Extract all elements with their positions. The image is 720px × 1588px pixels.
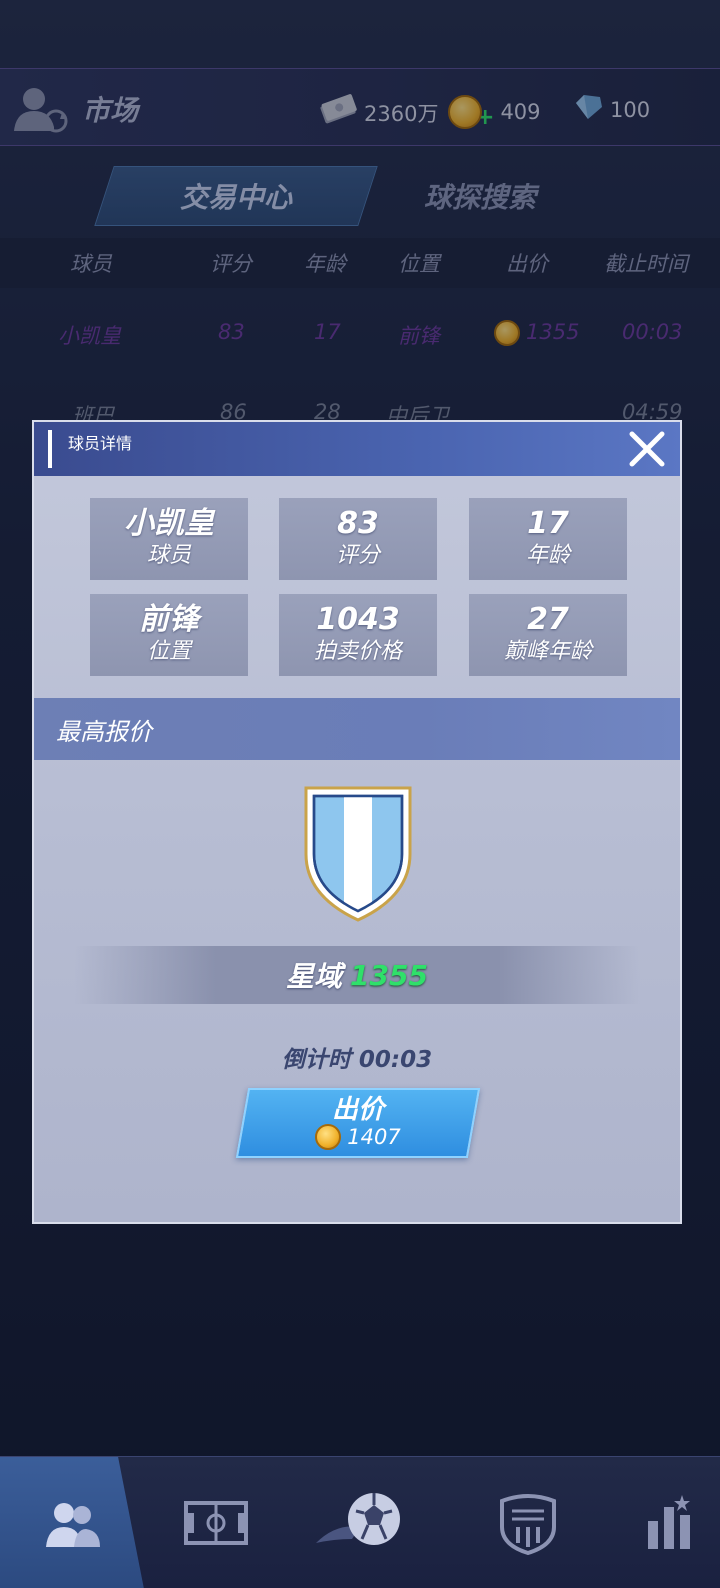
nav-players[interactable] xyxy=(0,1457,144,1588)
stat-value: 小凯皇 xyxy=(124,506,214,541)
section-title: 最高报价 xyxy=(56,718,152,746)
stat-value: 前锋 xyxy=(139,602,199,637)
stat-position: 前锋 位置 xyxy=(90,594,248,676)
top-bidder: 星域 1355 xyxy=(74,946,640,1004)
stat-value: 83 xyxy=(337,506,379,541)
stat-value: 27 xyxy=(527,602,569,637)
stat-value: 1043 xyxy=(316,602,400,637)
stat-label: 巅峰年龄 xyxy=(503,639,592,664)
modal-title: 球员详情 xyxy=(68,434,133,453)
stat-age: 17 年龄 xyxy=(469,498,627,580)
place-bid-button[interactable]: 出价 1407 xyxy=(235,1088,481,1158)
nav-match[interactable] xyxy=(288,1457,432,1588)
stats-icon xyxy=(648,1495,690,1549)
stat-label: 位置 xyxy=(146,639,191,664)
bidder-name: 星域 xyxy=(286,960,343,993)
stat-auction-price: 1043 拍卖价格 xyxy=(279,594,437,676)
club-badge-icon xyxy=(500,1494,556,1555)
close-icon[interactable] xyxy=(624,426,670,472)
stat-peak-age: 27 巅峰年龄 xyxy=(469,594,627,676)
nav-stats[interactable] xyxy=(600,1457,720,1588)
players-icon xyxy=(46,1503,100,1547)
header-accent-bar xyxy=(48,430,52,468)
nav-club[interactable] xyxy=(456,1457,600,1588)
club-crest-icon xyxy=(302,784,414,924)
bottom-nav xyxy=(0,1456,720,1588)
stat-player: 小凯皇 球员 xyxy=(90,498,248,580)
highest-bid-section: 最高报价 xyxy=(34,698,680,760)
stat-label: 年龄 xyxy=(525,543,570,568)
player-detail-modal: 球员详情 小凯皇 球员 83 评分 17 年龄 前锋 位置 1043 拍卖价格 … xyxy=(32,420,682,1224)
stat-label: 球员 xyxy=(146,543,191,568)
stat-value: 17 xyxy=(527,506,569,541)
pitch-icon xyxy=(184,1501,248,1545)
nav-pitch[interactable] xyxy=(144,1457,288,1588)
match-ball-icon xyxy=(316,1493,400,1545)
stat-label: 拍卖价格 xyxy=(313,639,402,664)
stat-rating: 83 评分 xyxy=(279,498,437,580)
countdown-timer: 倒计时 00:03 xyxy=(281,1047,433,1073)
bid-button-label: 出价 xyxy=(331,1095,384,1125)
bid-cost-amount: 1407 xyxy=(347,1125,401,1149)
modal-header: 球员详情 xyxy=(34,422,680,476)
coin-icon xyxy=(315,1124,342,1150)
stat-label: 评分 xyxy=(335,543,380,568)
bidder-price: 1355 xyxy=(350,958,428,992)
bid-cost: 1407 xyxy=(315,1124,401,1150)
